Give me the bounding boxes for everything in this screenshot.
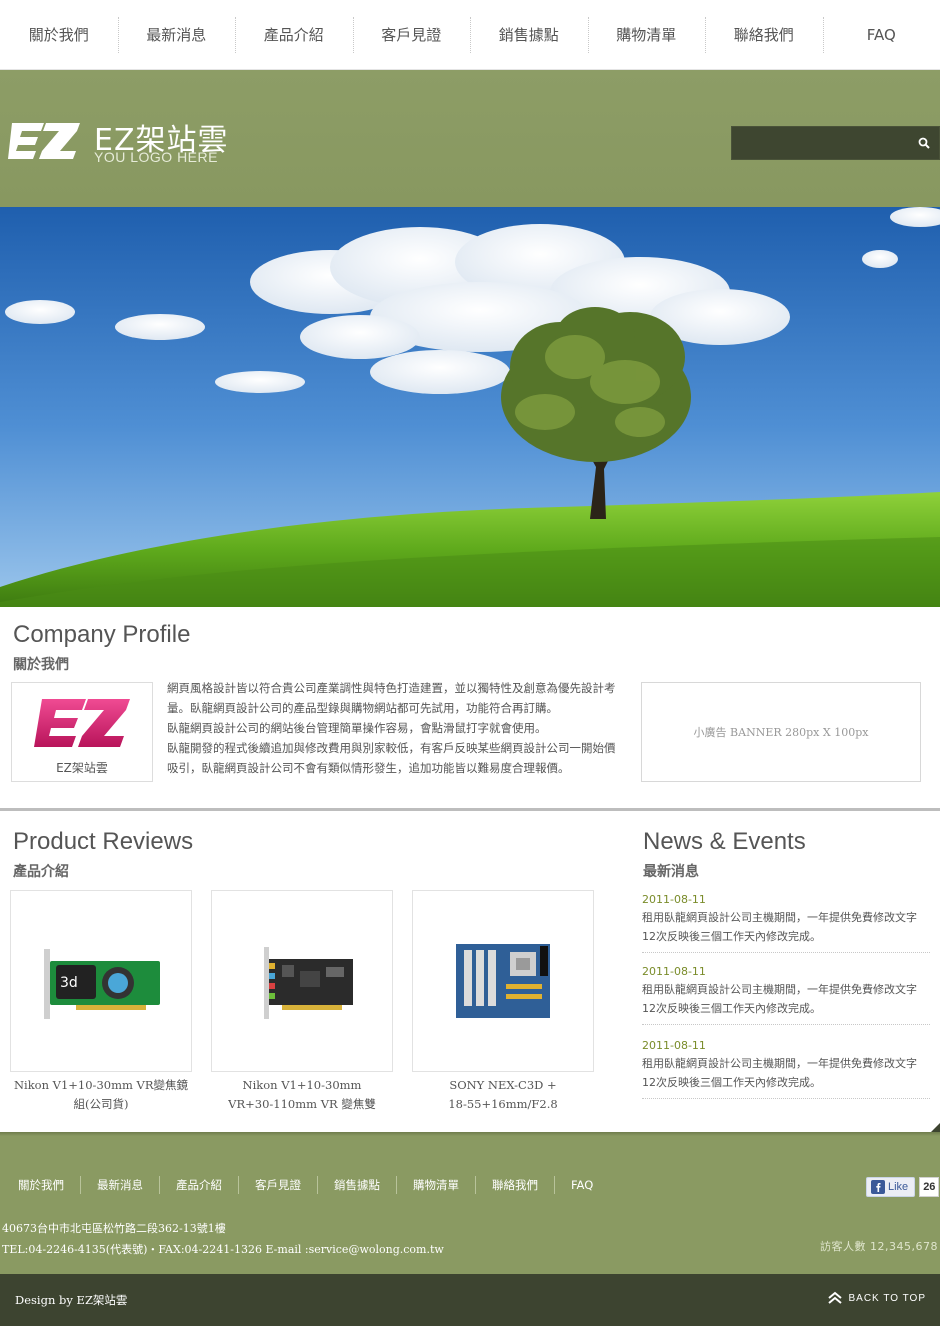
facebook-like-button[interactable]: Like: [866, 1177, 916, 1197]
ez-logo-icon: [8, 123, 80, 159]
news-text[interactable]: 租用臥龍網頁設計公司主機期間，一年提供免費修改文字12次反映後三個工作天內修改完…: [642, 1054, 930, 1099]
small-ad-banner[interactable]: 小廣告 BANNER 280px X 100px: [641, 682, 921, 782]
profile-paragraph: 臥龍網頁設計公司的網站後台管理簡單操作容易，會點滑鼠打字就會使用。: [167, 721, 547, 735]
footer-contact-info: 40673台中市北屯區松竹路二段362-13號1樓 TEL:04-2246-41…: [2, 1218, 444, 1260]
logo-tagline: YOU LOGO HERE: [94, 149, 218, 165]
bottom-bar: Design by EZ架站雲 BACK TO TOP: [0, 1274, 940, 1326]
back-to-top-label: BACK TO TOP: [848, 1292, 926, 1304]
profile-title: Company Profile: [13, 621, 191, 648]
design-credit: Design by EZ架站雲: [15, 1293, 128, 1307]
nav-item-locations[interactable]: 銷售據點: [470, 16, 588, 53]
footer-nav-products[interactable]: 產品介紹: [159, 1176, 238, 1194]
news-subtitle: 最新消息: [643, 864, 699, 880]
product-card-3[interactable]: [412, 890, 594, 1072]
profile-logo-box: EZ架站雲: [11, 682, 153, 782]
products-title: Product Reviews: [13, 828, 194, 855]
profile-paragraph: 網頁風格設計皆以符合貴公司產業調性與特色打造建置，並以獨特性及創意為優先設計考量…: [167, 681, 616, 715]
svg-text:3d: 3d: [60, 975, 78, 991]
search-input[interactable]: [732, 127, 909, 159]
sound-card-image: [264, 947, 353, 1019]
site-header: EZ架站雲 YOU LOGO HERE: [0, 70, 940, 207]
product-name-line: Nikon V1+10-30mm: [242, 1078, 362, 1092]
hero-banner: [0, 207, 940, 607]
news-item[interactable]: 2011-08-11 租用臥龍網頁設計公司主機期間，一年提供免費修改文字12次反…: [642, 893, 930, 953]
footer-nav-cart[interactable]: 購物清單: [396, 1176, 475, 1194]
footer-nav-news[interactable]: 最新消息: [80, 1176, 159, 1194]
facebook-like-count: 26: [919, 1177, 940, 1197]
profile-subtitle: 關於我們: [13, 657, 69, 673]
product-name-2[interactable]: Nikon V1+10-30mm VR+30-110mm VR 變焦雙: [211, 1076, 393, 1114]
facebook-icon: [871, 1180, 885, 1194]
product-card-1[interactable]: 3d: [10, 890, 192, 1072]
news-text[interactable]: 租用臥龍網頁設計公司主機期間，一年提供免費修改文字12次反映後三個工作天內修改完…: [642, 980, 930, 1025]
nav-item-faq[interactable]: FAQ: [822, 16, 940, 53]
news-item[interactable]: 2011-08-11 租用臥龍網頁設計公司主機期間，一年提供免費修改文字12次反…: [642, 965, 930, 1025]
product-name-3[interactable]: SONY NEX-C3D + 18-55+16mm/F2.8: [412, 1076, 594, 1114]
footer-nav-contact[interactable]: 聯絡我們: [475, 1176, 554, 1194]
footer-phone-email: TEL:04-2246-4135(代表號)・FAX:04-2241-1326 E…: [2, 1243, 444, 1256]
product-card-2[interactable]: [211, 890, 393, 1072]
news-title: News & Events: [643, 828, 806, 855]
nav-item-cart[interactable]: 購物清單: [587, 16, 706, 53]
search-box: [731, 126, 940, 160]
product-name-1[interactable]: Nikon V1+10-30mm VR變焦鏡 組(公司貨): [10, 1076, 192, 1114]
visitor-counter: 訪客人數 12,345,678: [820, 1240, 938, 1253]
footer-nav-testimonials[interactable]: 客戶見證: [238, 1176, 317, 1194]
product-name-line: 組(公司貨): [73, 1097, 129, 1111]
profile-logo-caption: EZ架站雲: [56, 761, 108, 775]
news-date: 2011-08-11: [642, 1039, 706, 1052]
footer-shadow: [0, 1132, 940, 1136]
footer-navigation: 關於我們 最新消息 產品介紹 客戶見證 銷售據點 購物清單 聯絡我們 FAQ: [2, 1176, 609, 1194]
news-text[interactable]: 租用臥龍網頁設計公司主機期間，一年提供免費修改文字12次反映後三個工作天內修改完…: [642, 908, 930, 953]
footer-nav-locations[interactable]: 銷售據點: [317, 1176, 396, 1194]
product-name-line: VR+30-110mm VR 變焦雙: [228, 1097, 376, 1111]
nav-item-news[interactable]: 最新消息: [117, 16, 236, 53]
site-logo[interactable]: EZ架站雲 YOU LOGO HERE: [8, 118, 248, 168]
top-navigation: 關於我們 最新消息 產品介紹 客戶見證 銷售據點 購物清單 聯絡我們 FAQ: [0, 0, 940, 70]
products-subtitle: 產品介紹: [13, 864, 69, 880]
facebook-like-widget: Like 26: [866, 1177, 940, 1197]
motherboard-image: [456, 944, 550, 1018]
news-date: 2011-08-11: [642, 893, 706, 906]
nav-item-contact[interactable]: 聯絡我們: [705, 16, 823, 53]
nav-item-products[interactable]: 產品介紹: [235, 16, 353, 53]
section-divider: [0, 808, 940, 811]
hero-landscape-image: [0, 207, 940, 607]
product-name-line: SONY NEX-C3D +: [449, 1078, 557, 1092]
product-name-line: Nikon V1+10-30mm VR變焦鏡: [13, 1078, 189, 1092]
nav-item-testimonials[interactable]: 客戶見證: [352, 16, 471, 53]
search-icon: [918, 137, 930, 149]
graphics-card-image: 3d: [44, 949, 160, 1019]
news-item[interactable]: 2011-08-11 租用臥龍網頁設計公司主機期間，一年提供免費修改文字12次反…: [642, 1039, 930, 1099]
nav-item-about[interactable]: 關於我們: [0, 17, 118, 53]
back-to-top-button[interactable]: BACK TO TOP: [828, 1291, 926, 1305]
footer-address: 40673台中市北屯區松竹路二段362-13號1樓: [2, 1222, 226, 1235]
product-name-line: 18-55+16mm/F2.8: [448, 1097, 558, 1111]
search-button[interactable]: [909, 127, 939, 159]
facebook-like-label: Like: [888, 1181, 909, 1193]
footer-nav-about[interactable]: 關於我們: [2, 1176, 80, 1194]
news-date: 2011-08-11: [642, 965, 706, 978]
chevron-up-icon: [828, 1291, 843, 1304]
profile-paragraph: 臥龍開發的程式後續追加與修改費用與別家較低，有客戶反映某些網頁設計公司一開始價吸…: [167, 741, 616, 775]
profile-description: 網頁風格設計皆以符合貴公司產業調性與特色打造建置，並以獨特性及創意為優先設計考量…: [167, 678, 617, 778]
footer-nav-faq[interactable]: FAQ: [554, 1176, 609, 1194]
ez-pink-logo-icon: [34, 699, 130, 747]
